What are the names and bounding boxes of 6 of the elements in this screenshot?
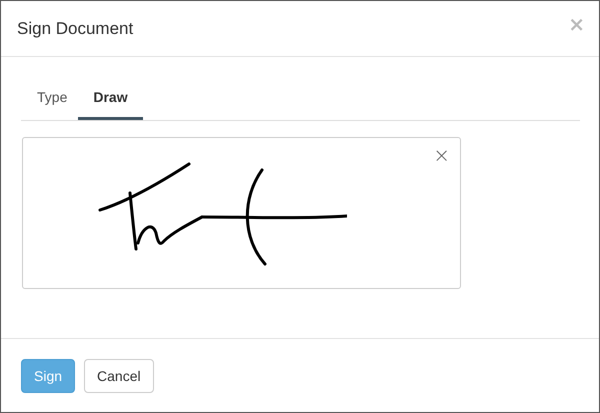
tab[interactable]: Draw	[78, 77, 143, 120]
clear-button[interactable]: ×	[433, 144, 450, 166]
dialog-title: Sign Document	[17, 18, 134, 38]
cancel-button[interactable]: Cancel	[84, 358, 154, 392]
tab[interactable]: Type	[26, 77, 78, 120]
signature-pad[interactable]: ×	[22, 137, 461, 289]
